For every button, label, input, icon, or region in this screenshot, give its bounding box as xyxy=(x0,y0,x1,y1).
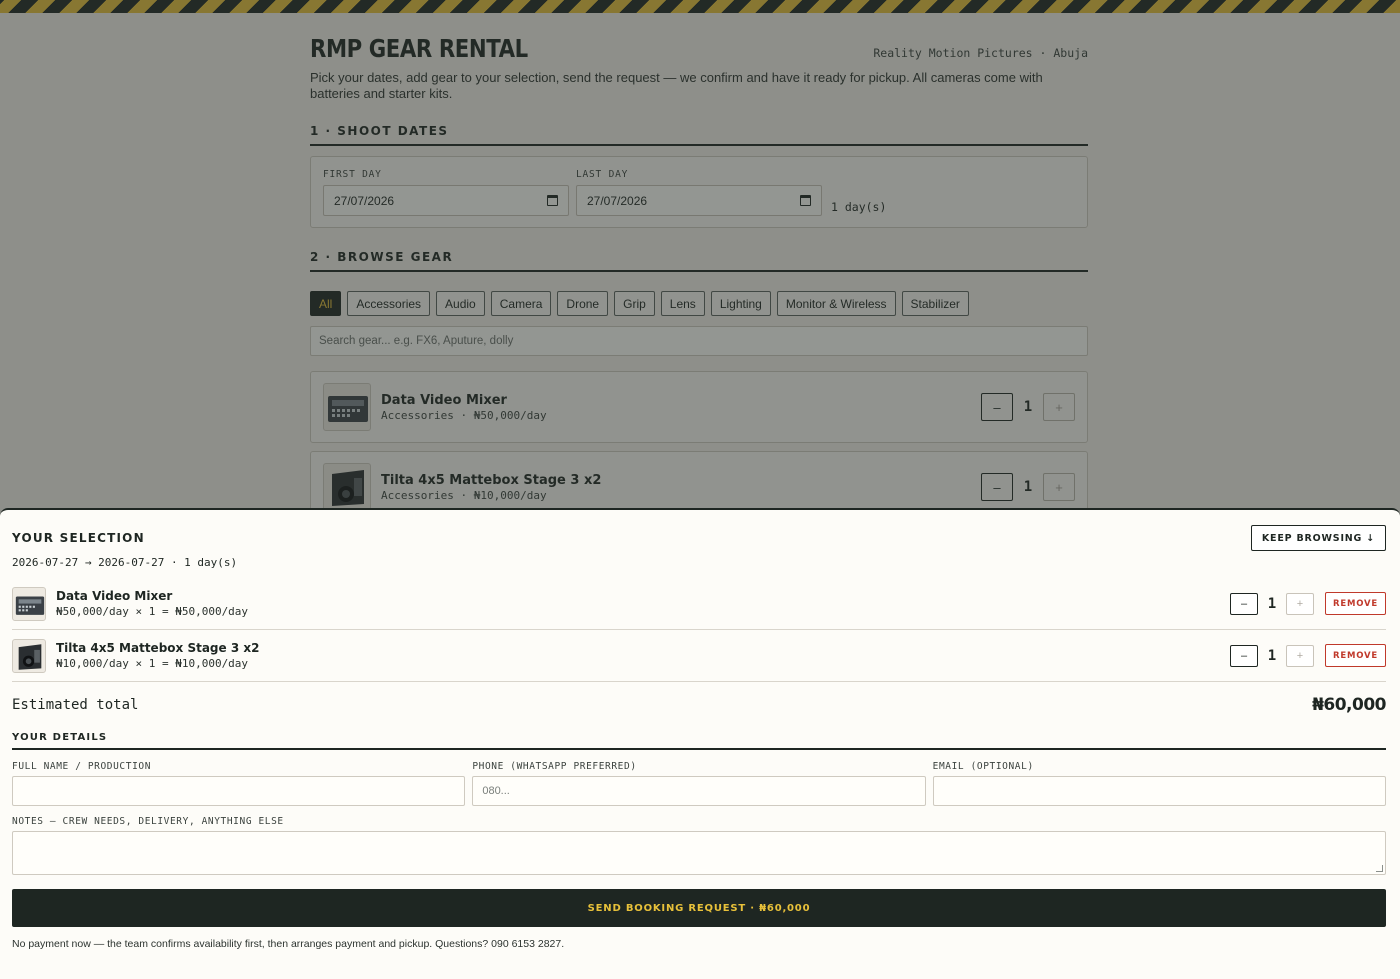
quantity-stepper: – 1 + REMOVE xyxy=(1230,592,1386,615)
item-thumbnail xyxy=(12,638,46,673)
notes-field: NOTES — CREW NEEDS, DELIVERY, ANYTHING E… xyxy=(12,816,1386,875)
send-booking-button[interactable]: SEND BOOKING REQUEST · ₦60,000 xyxy=(12,889,1386,927)
keep-browsing-button[interactable]: KEEP BROWSING ↓ xyxy=(1250,525,1386,551)
total-value: ₦60,000 xyxy=(1312,695,1386,715)
item-price-calc: ₦10,000/day × 1 = ₦10,000/day xyxy=(56,657,249,670)
remove-button[interactable]: REMOVE xyxy=(1325,592,1386,615)
name-field: FULL NAME / PRODUCTION xyxy=(12,761,466,806)
phone-field: PHONE (WHATSAPP PREFERRED) 080... xyxy=(472,761,926,806)
total-label: Estimated total xyxy=(12,697,139,713)
quantity-value: 1 xyxy=(1267,595,1277,612)
selection-title: YOUR SELECTION xyxy=(12,531,145,545)
contact-fields: FULL NAME / PRODUCTION PHONE (WHATSAPP P… xyxy=(12,761,1386,806)
email-field: EMAIL (OPTIONAL) xyxy=(932,761,1386,806)
item-name: Tilta 4x5 Mattebox Stage 3 x2 xyxy=(56,641,260,655)
email-input[interactable] xyxy=(932,776,1386,806)
quantity-stepper: – 1 + REMOVE xyxy=(1230,644,1386,667)
details-title: YOUR DETAILS xyxy=(12,732,1386,750)
phone-label: PHONE (WHATSAPP PREFERRED) xyxy=(472,761,637,772)
notes-label: NOTES — CREW NEEDS, DELIVERY, ANYTHING E… xyxy=(12,816,284,827)
list-item: Data Video Mixer ₦50,000/day × 1 = ₦50,0… xyxy=(12,578,1386,630)
remove-button[interactable]: REMOVE xyxy=(1325,644,1386,667)
phone-input[interactable]: 080... xyxy=(472,776,926,806)
resize-handle-icon[interactable] xyxy=(1376,865,1383,872)
selection-date-range: 2026-07-27 → 2026-07-27 · 1 day(s) xyxy=(12,556,238,569)
decrease-button[interactable]: – xyxy=(1230,592,1258,615)
increase-button[interactable]: + xyxy=(1286,592,1314,615)
total-row: Estimated total ₦60,000 xyxy=(12,682,1386,728)
item-info: Tilta 4x5 Mattebox Stage 3 x2 ₦10,000/da… xyxy=(56,641,1220,670)
quantity-value: 1 xyxy=(1267,647,1277,664)
email-label: EMAIL (OPTIONAL) xyxy=(932,761,1034,772)
name-label: FULL NAME / PRODUCTION xyxy=(12,761,152,772)
increase-button[interactable]: + xyxy=(1286,644,1314,667)
decrease-button[interactable]: – xyxy=(1230,644,1258,667)
list-item: Tilta 4x5 Mattebox Stage 3 x2 ₦10,000/da… xyxy=(12,630,1386,682)
selection-list: Data Video Mixer ₦50,000/day × 1 = ₦50,0… xyxy=(12,578,1386,682)
item-info: Data Video Mixer ₦50,000/day × 1 = ₦50,0… xyxy=(56,589,1220,618)
notes-textarea[interactable] xyxy=(12,831,1386,875)
selection-sheet: YOUR SELECTION KEEP BROWSING ↓ 2026-07-2… xyxy=(0,508,1400,979)
item-thumbnail xyxy=(12,586,46,621)
footnote: No payment now — the team confirms avail… xyxy=(12,938,565,950)
selection-header: YOUR SELECTION KEEP BROWSING ↓ xyxy=(12,525,1386,551)
item-price-calc: ₦50,000/day × 1 = ₦50,000/day xyxy=(56,605,249,618)
item-name: Data Video Mixer xyxy=(56,589,173,603)
name-input[interactable] xyxy=(12,776,466,806)
